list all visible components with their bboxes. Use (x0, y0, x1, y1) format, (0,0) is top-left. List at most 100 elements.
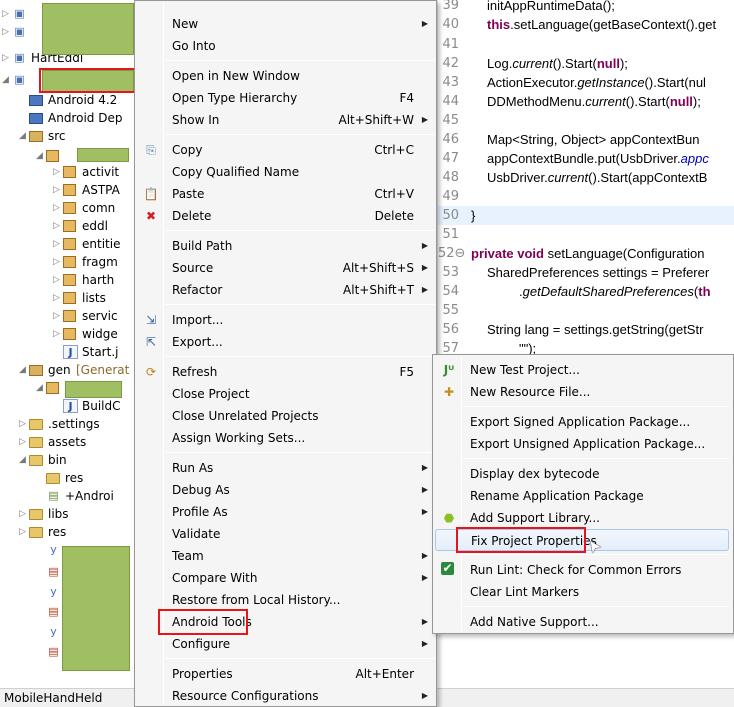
line-number: 48 (442, 170, 459, 185)
collapsed-arrow-icon[interactable]: ▷ (2, 23, 12, 41)
tree-row[interactable]: ▷ fragm (0, 253, 140, 271)
collapsed-arrow-icon[interactable]: ▷ (53, 163, 63, 181)
collapsed-arrow-icon[interactable]: ▷ (19, 523, 29, 541)
tree-row[interactable]: res (0, 469, 140, 487)
tree-row[interactable]: ▷ ASTPA (0, 181, 140, 199)
paste-menu-item[interactable]: 📋 Paste Ctrl+V (137, 183, 434, 205)
tree-row[interactable]: ▷ widge (0, 325, 140, 343)
line-number: 45 (442, 113, 459, 128)
collapsed-arrow-icon[interactable]: ▷ (19, 433, 29, 451)
go-into-menu-item[interactable]: Go Into (137, 35, 434, 57)
add-native-support-menu-item[interactable]: Add Native Support... (435, 611, 729, 633)
new-menu-item[interactable]: New ▶ (137, 13, 434, 35)
configure-menu-item[interactable]: Configure ▶ (137, 633, 434, 655)
package-icon (46, 382, 59, 394)
java-file-icon: J (63, 345, 78, 359)
expanded-arrow-icon[interactable]: ◢ (19, 127, 29, 145)
assign-working-sets-menu-item[interactable]: Assign Working Sets... (137, 427, 434, 449)
tree-row[interactable]: ▷ harth (0, 271, 140, 289)
close-project-menu-item[interactable]: Close Project (137, 383, 434, 405)
tree-row[interactable]: ▷ .settings (0, 415, 140, 433)
open-in-new-window-menu-item[interactable]: Open in New Window (137, 65, 434, 87)
properties-menu-item[interactable]: Properties Alt+Enter (137, 663, 434, 685)
tree-row[interactable]: J BuildC (0, 397, 140, 415)
export-icon: ⇱ (145, 335, 157, 349)
collapsed-arrow-icon[interactable]: ▷ (53, 289, 63, 307)
collapsed-arrow-icon[interactable]: ▷ (19, 505, 29, 523)
collapsed-arrow-icon[interactable]: ▷ (53, 253, 63, 271)
expanded-arrow-icon[interactable]: ◢ (19, 451, 29, 469)
export-signed-application-package-menu-item[interactable]: Export Signed Application Package... (435, 411, 729, 433)
android-tools-submenu[interactable]: Jᵁ New Test Project... ✚ New Resource File.… (432, 354, 734, 634)
copy-qualified-name-menu-item[interactable]: Copy Qualified Name (137, 161, 434, 183)
tree-row[interactable]: ▷ assets (0, 433, 140, 451)
display-dex-bytecode-menu-item[interactable]: Display dex bytecode (435, 463, 729, 485)
add-support-library-menu-item[interactable]: ⬣ Add Support Library... (435, 507, 729, 529)
copy-menu-item[interactable]: ⎘ Copy Ctrl+C (137, 139, 434, 161)
source-menu-item[interactable]: Source Alt+Shift+S ▶ (137, 257, 434, 279)
new-test-project-menu-item[interactable]: Jᵁ New Test Project... (435, 359, 729, 381)
compare-with-menu-item[interactable]: Compare With ▶ (137, 567, 434, 589)
expanded-arrow-icon[interactable]: ◢ (36, 379, 46, 397)
rename-application-package-menu-item[interactable]: Rename Application Package (435, 485, 729, 507)
export-unsigned-application-package-menu-item[interactable]: Export Unsigned Application Package... (435, 433, 729, 455)
collapsed-arrow-icon[interactable]: ▷ (53, 325, 63, 343)
line-number: 51 (442, 227, 459, 242)
collapsed-arrow-icon[interactable]: ▷ (53, 181, 63, 199)
context-menu[interactable]: New ▶ Go Into Open in New Window Open Type H… (134, 0, 437, 707)
collapsed-arrow-icon[interactable]: ▷ (53, 271, 63, 289)
tree-row[interactable]: ▷ servic (0, 307, 140, 325)
expanded-arrow-icon[interactable]: ◢ (19, 361, 29, 379)
tree-row[interactable]: ▤ +Androi (0, 487, 140, 505)
java-file-icon: J (63, 399, 78, 413)
tree-row[interactable]: Android 4.2 (0, 91, 140, 109)
run-as-menu-item[interactable]: Run As ▶ (137, 457, 434, 479)
tree-row[interactable]: ▷ entitie (0, 235, 140, 253)
build-path-menu-item[interactable]: Build Path ▶ (137, 235, 434, 257)
delete-menu-item[interactable]: ✖ Delete Delete (137, 205, 434, 227)
new-resource-file-menu-item[interactable]: ✚ New Resource File... (435, 381, 729, 403)
team-menu-item[interactable]: Team ▶ (137, 545, 434, 567)
close-unrelated-projects-menu-item[interactable]: Close Unrelated Projects (137, 405, 434, 427)
code-text: initAppRuntimeData(); (487, 0, 615, 13)
collapsed-arrow-icon[interactable]: ▷ (19, 415, 29, 433)
open-type-hierarchy-menu-item[interactable]: Open Type Hierarchy F4 (137, 87, 434, 109)
export-menu-item[interactable]: ⇱ Export... (137, 331, 434, 353)
menu-item-label: New Resource File... (470, 385, 591, 399)
resource-configurations-menu-item[interactable]: Resource Configurations ▶ (137, 685, 434, 707)
refactor-menu-item[interactable]: Refactor Alt+Shift+T ▶ (137, 279, 434, 301)
import-menu-item[interactable]: ⇲ Import... (137, 309, 434, 331)
tree-row[interactable]: J Start.j (0, 343, 140, 361)
collapsed-arrow-icon[interactable]: ▷ (53, 235, 63, 253)
validate-menu-item[interactable]: Validate (137, 523, 434, 545)
collapsed-arrow-icon[interactable]: ▷ (2, 5, 12, 23)
debug-as-menu-item[interactable]: Debug As ▶ (137, 479, 434, 501)
tree-label: servic (82, 309, 118, 323)
restore-from-local-history-menu-item[interactable]: Restore from Local History... (137, 589, 434, 611)
tree-row[interactable]: Android Dep (0, 109, 140, 127)
tree-row[interactable]: ▷ libs (0, 505, 140, 523)
profile-as-menu-item[interactable]: Profile As ▶ (137, 501, 434, 523)
tree-row[interactable]: ◢ bin (0, 451, 140, 469)
collapsed-arrow-icon[interactable]: ▷ (53, 199, 63, 217)
collapsed-arrow-icon[interactable]: ▷ (2, 49, 12, 67)
tree-row[interactable]: ◢ gen [Generat (0, 361, 140, 379)
tree-row[interactable]: ▷ eddl (0, 217, 140, 235)
collapsed-arrow-icon[interactable]: ▷ (53, 217, 63, 235)
expanded-arrow-icon[interactable]: ◢ (2, 71, 12, 89)
collapsed-arrow-icon[interactable]: ▷ (53, 307, 63, 325)
refresh-menu-item[interactable]: ⟳ Refresh F5 (137, 361, 434, 383)
submenu-arrow-icon: ▶ (421, 639, 428, 648)
run-lint-check-for-common-errors-menu-item[interactable]: ✔ Run Lint: Check for Common Errors (435, 559, 729, 581)
submenu-arrow-icon: ▶ (421, 19, 428, 28)
tree-row[interactable]: ◢ src (0, 127, 140, 145)
tree-row[interactable]: ▷ lists (0, 289, 140, 307)
tree-row[interactable]: ▷ comn (0, 199, 140, 217)
project-explorer[interactable]: NERATOR UI update rl de▷▣▷▣▷▣HartEddl◢▣A… (0, 0, 140, 688)
new-resource-icon: ✚ (443, 385, 455, 399)
tree-row[interactable]: ▷ res (0, 523, 140, 541)
clear-lint-markers-menu-item[interactable]: Clear Lint Markers (435, 581, 729, 603)
show-in-menu-item[interactable]: Show In Alt+Shift+W ▶ (137, 109, 434, 131)
tree-row[interactable]: ▷ activit (0, 163, 140, 181)
menu-item-shortcut: Alt+Enter (355, 667, 414, 681)
